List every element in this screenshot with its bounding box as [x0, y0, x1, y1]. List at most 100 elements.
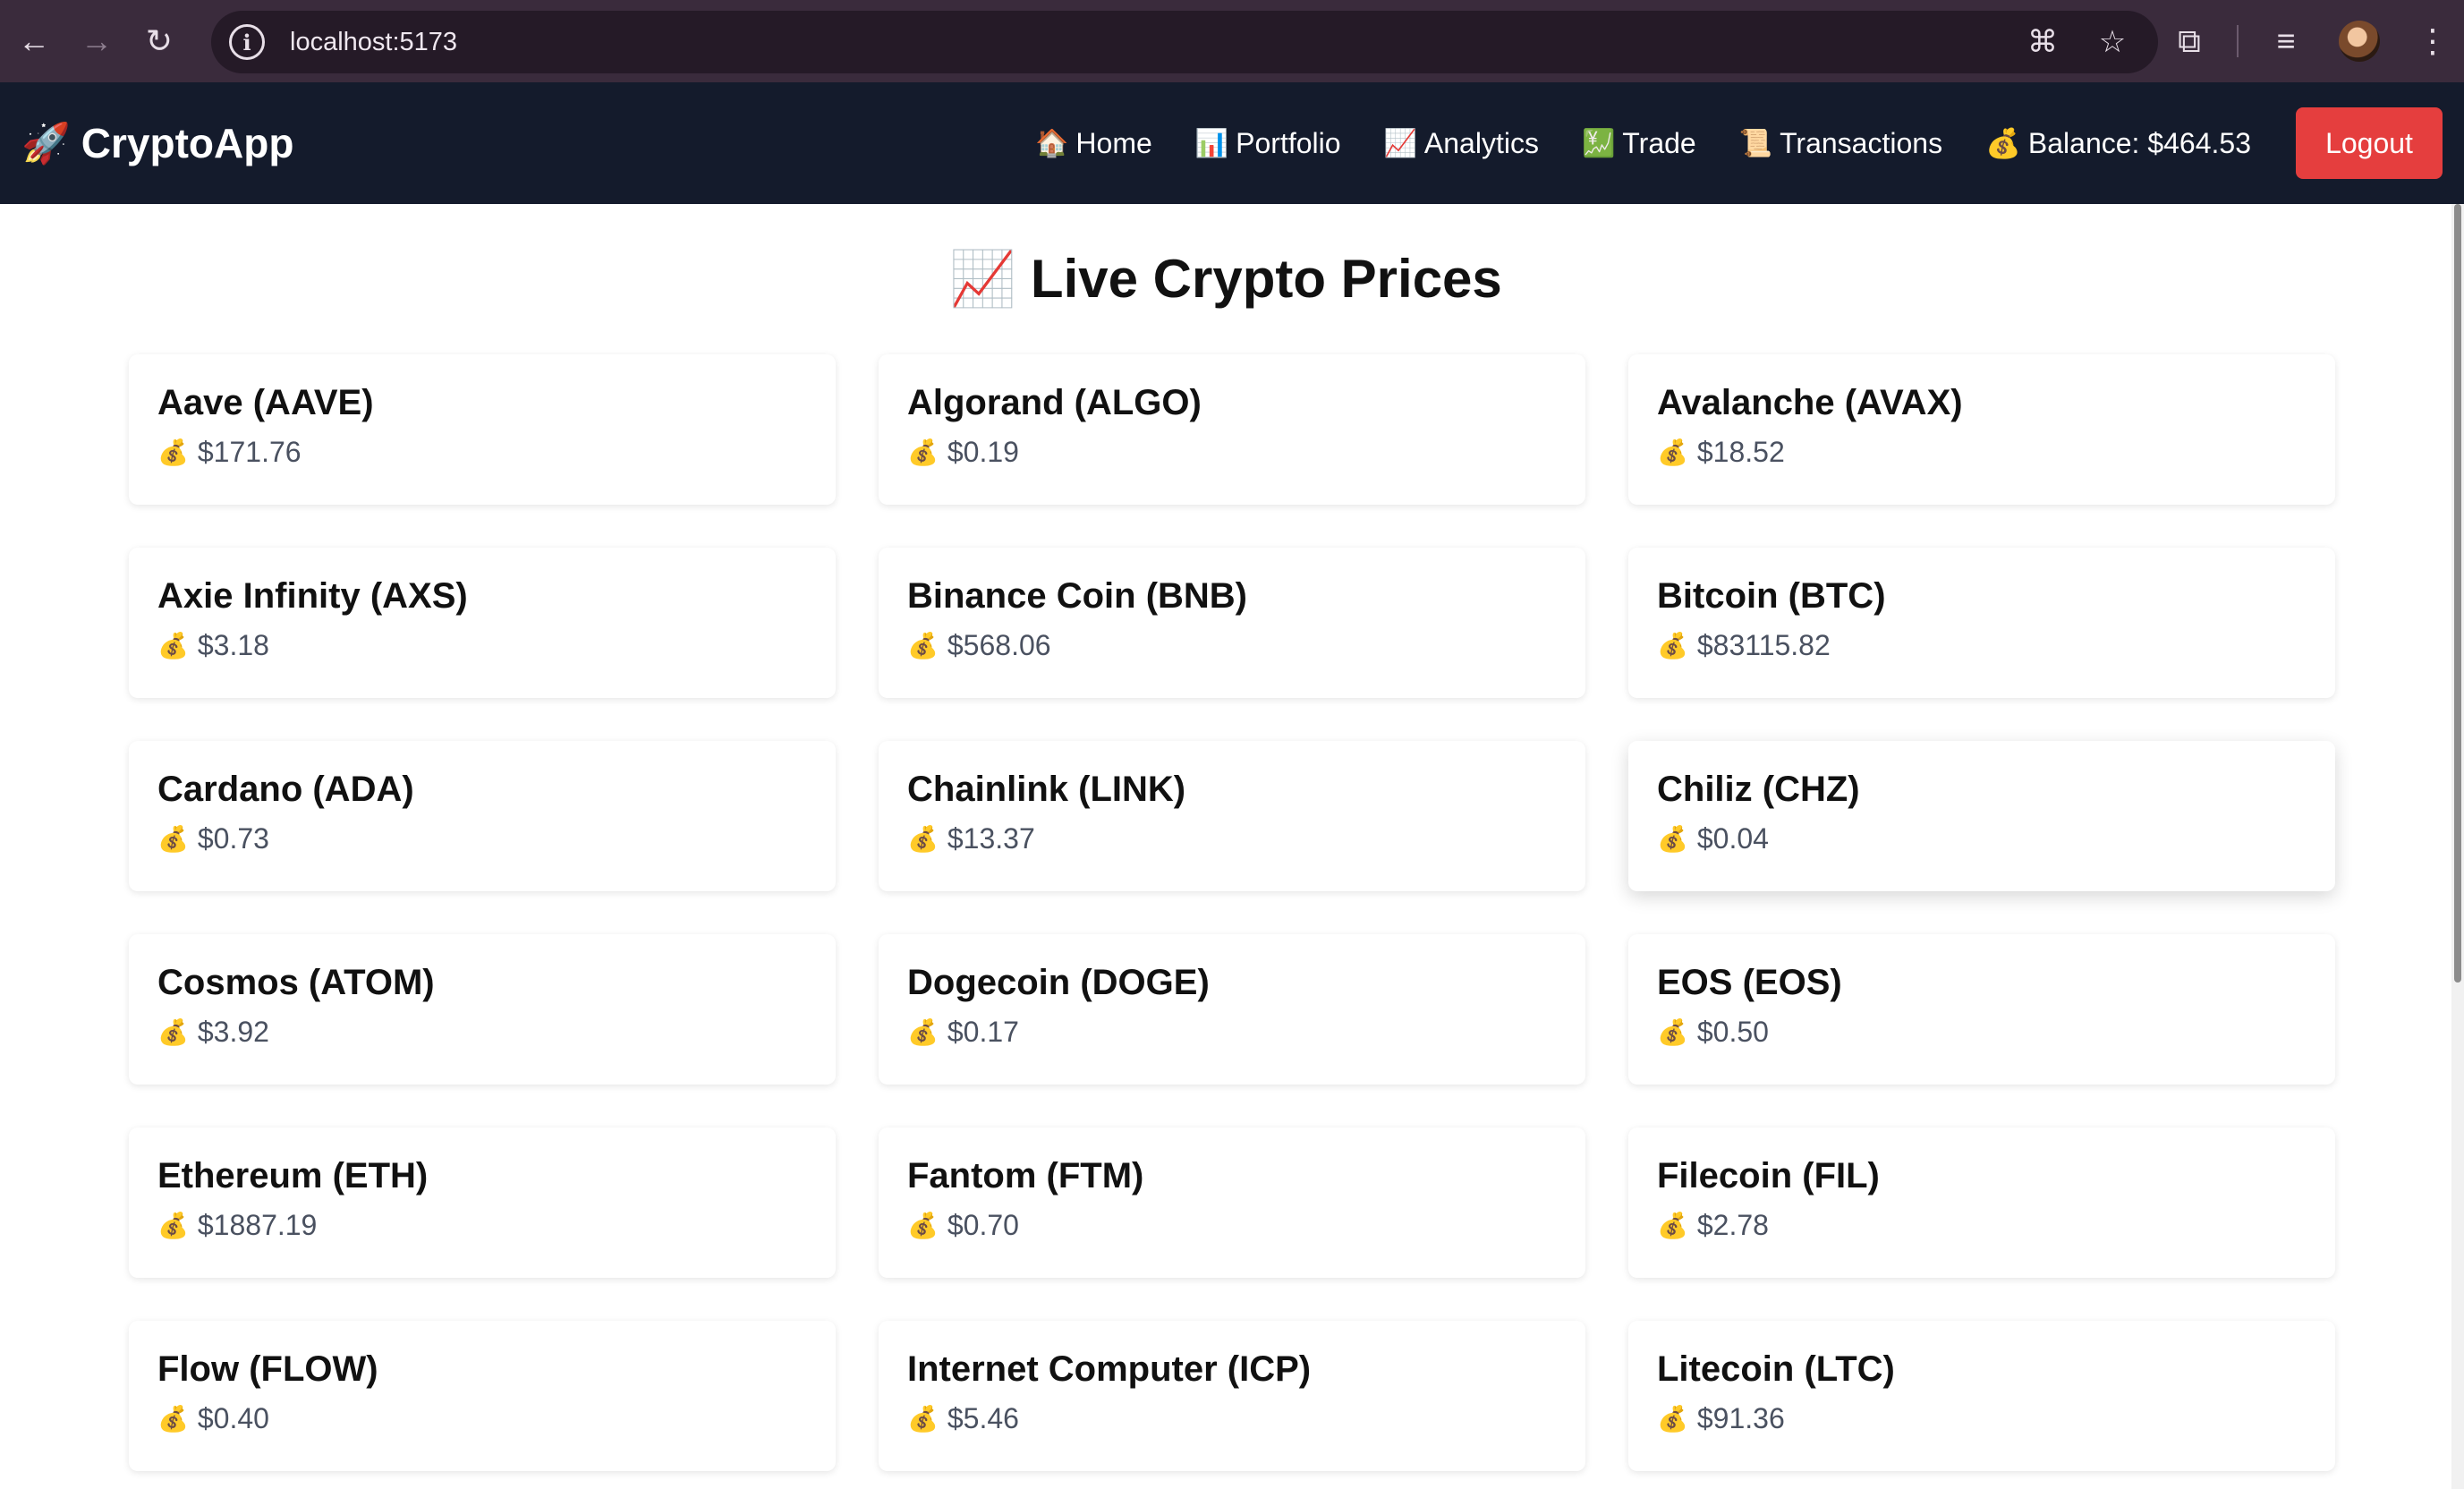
coin-name: Filecoin (FIL) — [1657, 1156, 1880, 1195]
money-bag-icon: 💰 — [907, 1018, 939, 1046]
coin-price: $3.18 — [197, 629, 269, 661]
coin-price-row: 💰 $0.70 — [907, 1209, 1557, 1242]
kebab-menu-icon[interactable]: ⋮ — [2401, 22, 2464, 60]
coin-card[interactable]: Axie Infinity (AXS) 💰 $3.18 — [129, 548, 836, 698]
media-icon[interactable]: ≡ — [2255, 22, 2317, 60]
puzzle-icon[interactable]: ⧉ — [2158, 22, 2221, 61]
address-bar[interactable]: i localhost:5173 ⌘ ☆ — [211, 11, 2158, 73]
coin-price-row: 💰 $0.40 — [157, 1402, 807, 1435]
main-content: 📈 Live Crypto Prices Aave (AAVE) 💰 $171.76… — [0, 204, 2451, 1489]
coin-card[interactable]: Ethereum (ETH) 💰 $1887.19 — [129, 1127, 836, 1278]
coin-card[interactable]: Bitcoin (BTC) 💰 $83115.82 — [1628, 548, 2335, 698]
coin-card[interactable]: Litecoin (LTC) 💰 $91.36 — [1628, 1321, 2335, 1471]
coin-name: Flow (FLOW) — [157, 1349, 378, 1389]
scroll-icon: 📜 — [1738, 128, 1773, 158]
reload-icon[interactable]: ↻ — [134, 16, 184, 66]
coin-name: Binance Coin (BNB) — [907, 576, 1247, 616]
coin-card[interactable]: Cardano (ADA) 💰 $0.73 — [129, 741, 836, 891]
nav-link-analytics[interactable]: 📈 Analytics — [1384, 127, 1539, 160]
forward-icon[interactable]: → — [72, 16, 122, 66]
money-bag-icon: 💰 — [1657, 825, 1688, 853]
money-bag-icon: 💰 — [907, 1405, 939, 1433]
coin-price: $0.50 — [1696, 1016, 1769, 1048]
coin-price-row: 💰 $0.04 — [1657, 822, 2307, 855]
coin-price-row: 💰 $2.78 — [1657, 1209, 2307, 1242]
toolbar-divider — [2237, 25, 2239, 57]
coin-price: $0.04 — [1696, 822, 1769, 855]
balance-display: 💰 Balance: $464.53 — [1985, 126, 2251, 160]
back-icon[interactable]: ← — [9, 16, 59, 66]
coin-card[interactable]: EOS (EOS) 💰 $0.50 — [1628, 934, 2335, 1085]
coin-card[interactable]: Chainlink (LINK) 💰 $13.37 — [879, 741, 1585, 891]
nav-link-portfolio[interactable]: 📊 Portfolio — [1195, 127, 1341, 160]
coin-name: Litecoin (LTC) — [1657, 1349, 1895, 1389]
coin-card[interactable]: Cosmos (ATOM) 💰 $3.92 — [129, 934, 836, 1085]
nav-link-label: Analytics — [1423, 126, 1539, 159]
logout-button[interactable]: Logout — [2296, 107, 2443, 179]
coin-name: Bitcoin (BTC) — [1657, 576, 1886, 616]
coin-price-row: 💰 $568.06 — [907, 629, 1557, 662]
coin-price-row: 💰 $5.46 — [907, 1402, 1557, 1435]
money-bag-icon: 💰 — [907, 438, 939, 466]
star-icon[interactable]: ☆ — [2090, 24, 2135, 60]
coin-name: Aave (AAVE) — [157, 383, 374, 422]
coin-price: $1887.19 — [197, 1209, 318, 1241]
page-scrollbar[interactable] — [2451, 204, 2464, 1489]
browser-toolbar: ← → ↻ i localhost:5173 ⌘ ☆ ⧉ ≡ ⋮ — [0, 0, 2464, 82]
coin-card[interactable]: Filecoin (FIL) 💰 $2.78 — [1628, 1127, 2335, 1278]
nav-link-label: Portfolio — [1236, 126, 1341, 159]
money-bag-icon: 💰 — [1657, 1405, 1688, 1433]
coin-price-row: 💰 $3.92 — [157, 1016, 807, 1049]
money-bag-icon: 💰 — [1657, 1212, 1688, 1239]
coin-card[interactable]: Aave (AAVE) 💰 $171.76 — [129, 354, 836, 505]
coin-name: Chainlink (LINK) — [907, 770, 1186, 809]
coin-name: Chiliz (CHZ) — [1657, 770, 1860, 809]
coin-price: $5.46 — [947, 1402, 1019, 1434]
url-text[interactable]: localhost:5173 — [290, 28, 457, 57]
coin-price-row: 💰 $0.50 — [1657, 1016, 2307, 1049]
nav-links: 🏠 Home 📊 Portfolio 📈 Analytics 💹 Trade 📜… — [992, 82, 2443, 204]
coin-price: $568.06 — [947, 629, 1051, 661]
site-info-icon[interactable]: i — [229, 24, 265, 60]
rocket-icon: 🚀 — [21, 122, 71, 166]
coin-card[interactable]: Binance Coin (BNB) 💰 $568.06 — [879, 548, 1585, 698]
brand[interactable]: 🚀 CryptoApp — [21, 82, 293, 204]
coin-price-row: 💰 $18.52 — [1657, 436, 2307, 469]
nav-link-trade[interactable]: 💹 Trade — [1582, 127, 1696, 160]
coin-price-row: 💰 $171.76 — [157, 436, 807, 469]
coin-price-row: 💰 $1887.19 — [157, 1209, 807, 1242]
coin-price: $171.76 — [197, 436, 302, 468]
coin-price: $0.19 — [947, 436, 1019, 468]
coin-price: $0.73 — [197, 822, 269, 855]
browser-actions: ⧉ ≡ ⋮ — [2158, 0, 2464, 82]
coin-price: $18.52 — [1696, 436, 1785, 468]
coin-card[interactable]: Dogecoin (DOGE) 💰 $0.17 — [879, 934, 1585, 1085]
coin-name: Internet Computer (ICP) — [907, 1349, 1312, 1389]
coin-card[interactable]: Chiliz (CHZ) 💰 $0.04 — [1628, 741, 2335, 891]
coin-name: Ethereum (ETH) — [157, 1156, 429, 1195]
coin-name: Dogecoin (DOGE) — [907, 963, 1210, 1002]
coin-card[interactable]: Avalanche (AVAX) 💰 $18.52 — [1628, 354, 2335, 505]
trending-chart-icon: 📈 — [1383, 128, 1417, 158]
money-bag-icon: 💰 — [157, 1405, 189, 1433]
browser-nav-buttons: ← → ↻ — [9, 16, 184, 66]
coin-card[interactable]: Fantom (FTM) 💰 $0.70 — [879, 1127, 1585, 1278]
coin-price: $3.92 — [197, 1016, 269, 1048]
nav-link-home[interactable]: 🏠 Home — [1035, 127, 1152, 160]
translate-icon[interactable]: ⌘ — [2020, 24, 2065, 60]
nav-link-transactions[interactable]: 📜 Transactions — [1739, 127, 1942, 160]
coin-card[interactable]: Algorand (ALGO) 💰 $0.19 — [879, 354, 1585, 505]
coin-name: Cardano (ADA) — [157, 770, 414, 809]
coin-card[interactable]: Flow (FLOW) 💰 $0.40 — [129, 1321, 836, 1471]
coin-price-row: 💰 $83115.82 — [1657, 629, 2307, 662]
scrollbar-thumb[interactable] — [2454, 204, 2461, 983]
nav-link-label: Trade — [1622, 126, 1696, 159]
profile-avatar[interactable] — [2339, 21, 2380, 62]
money-bag-icon: 💰 — [1657, 1018, 1688, 1046]
coin-card[interactable]: Internet Computer (ICP) 💰 $5.46 — [879, 1321, 1585, 1471]
money-bag-icon: 💰 — [1657, 632, 1688, 659]
money-bag-icon: 💰 — [157, 1018, 189, 1046]
coin-price: $13.37 — [947, 822, 1035, 855]
coin-price-row: 💰 $3.18 — [157, 629, 807, 662]
coin-name: Fantom (FTM) — [907, 1156, 1144, 1195]
